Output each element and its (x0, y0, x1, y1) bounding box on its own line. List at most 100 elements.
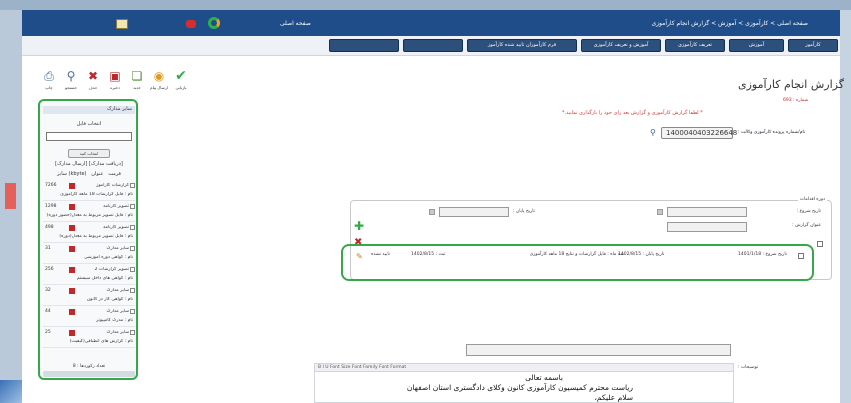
list-item[interactable]: 7266 گزارشات کارآموز نام : فایل گزارشات … (43, 181, 135, 201)
file-description: نام : گواهی کار در کانون (86, 297, 133, 302)
delete-icon: ✖ (87, 69, 99, 83)
send-message-button[interactable]: ◉ ارسال پیام (150, 69, 168, 91)
save-button[interactable]: ▣ ذخیره (106, 69, 124, 91)
menu-tab-2[interactable]: تعریف کارآموزی (665, 39, 725, 52)
editor-line: سلام علیکم، (594, 393, 633, 402)
report-title-field[interactable] (667, 222, 747, 232)
pdf-icon[interactable] (69, 183, 75, 189)
activity-start-date: تاریخ شروع : 1401/1/18 (738, 252, 787, 257)
list-item[interactable]: 498 تصویر کارنامه نام : فایل تصویر مربوط… (43, 223, 135, 243)
pdf-icon[interactable] (69, 330, 75, 336)
delete-button[interactable]: ✖ حذف (84, 69, 102, 91)
save-icon: ▣ (109, 69, 121, 83)
documents-panel-header[interactable]: سایر مدارک (43, 106, 135, 114)
editor-toolbar-text[interactable]: B I U Font Size Font Family Font Format (318, 365, 406, 370)
pdf-icon[interactable] (69, 225, 75, 231)
calendar-icon[interactable] (657, 209, 663, 215)
row-checkbox[interactable] (130, 225, 135, 230)
file-name: گزارشات کارآموز (96, 183, 129, 188)
desktop-top-bar (0, 0, 851, 10)
pdf-icon[interactable] (69, 309, 75, 315)
file-size: 498 (45, 225, 54, 230)
home-link[interactable]: صفحه اصلی (280, 20, 311, 27)
editor-line: ریاست محترم کمیسیون کارآموزی کانون وکلای… (406, 383, 633, 392)
case-number-label: نام/شماره پرونده کارآموزی وکالت : (738, 130, 806, 135)
add-icon[interactable]: ✚ (354, 219, 364, 233)
row-checkbox[interactable] (130, 309, 135, 314)
select-all-checkbox[interactable] (817, 241, 823, 247)
row-checkbox[interactable] (130, 204, 135, 209)
menu-tab-0[interactable]: کارآموز (788, 39, 838, 52)
list-item[interactable]: 32 سایر مدارک نام : گواهی کار در کانون (43, 286, 135, 306)
file-name: تصویر کارنامه (103, 204, 129, 209)
description-editor[interactable]: باسمه تعالی ریاست محترم کمیسیون کارآموزی… (314, 372, 734, 403)
printer-icon[interactable] (116, 19, 128, 29)
list-header[interactable]: [ارسال مدارک] [دریافت مدارک] (43, 161, 135, 167)
list-item[interactable]: 1298 تصویر کارنامه نام : فایل تصویر مربو… (43, 202, 135, 222)
row-checkbox[interactable] (130, 267, 135, 272)
file-description: نام : فایل تصویر مربوط به معدل(دوره) (59, 234, 133, 239)
activity-description: سه ماه : فایل گزارشات و نتایج 18 ماهه کا… (529, 252, 624, 257)
taskbar-logo-icon (0, 380, 22, 403)
side-feedback-tab[interactable] (5, 183, 16, 209)
row-checkbox[interactable] (130, 183, 135, 188)
long-text-field[interactable] (466, 344, 731, 356)
file-name: سایر مدارک (106, 246, 129, 251)
check-icon: ✔ (175, 68, 187, 84)
end-date-field[interactable] (439, 207, 509, 217)
documents-panel: سایر مدارک انتخاب فایل انتخاب کنید [ارسا… (38, 99, 138, 380)
upload-notice: * لطفا گزارش کارآموزی و گزارش بعد رای خو… (562, 110, 703, 116)
choose-file-button[interactable]: انتخاب کنید (68, 149, 110, 158)
case-number-field[interactable]: 1400040403226648 (661, 127, 737, 139)
search-icon[interactable]: ⚲ (650, 128, 660, 138)
new-document-icon: ❏ (131, 69, 143, 83)
row-checkbox[interactable] (130, 246, 135, 251)
end-date-label: تاریخ پایان : (513, 209, 535, 214)
description-label: توضیحات : (738, 365, 759, 370)
file-description: نام : فایل گزارشات 18 ماهه کارآموزی (60, 192, 133, 197)
pdf-icon[interactable] (69, 288, 75, 294)
list-item[interactable]: 25 سایر مدارک نام : گزارش های انطباقی(کی… (43, 328, 135, 348)
file-size: 25 (45, 330, 51, 335)
list-item[interactable]: 31 سایر مدارک نام : گواهی دوره آموزشی (43, 244, 135, 264)
record-count: تعداد رکوردها : 8 (72, 364, 106, 369)
menu-tab-5[interactable] (403, 39, 463, 52)
edit-icon[interactable]: ✎ (356, 252, 363, 261)
notification-badge[interactable] (186, 20, 196, 28)
pdf-icon[interactable] (69, 246, 75, 252)
menu-tab-1[interactable]: آموزش (729, 39, 784, 52)
start-date-field[interactable] (667, 207, 747, 217)
choose-file-label: انتخاب فایل (76, 121, 102, 127)
activity-reg-date: ثبت : 1402/8/15 (411, 252, 446, 257)
list-item[interactable]: 44 سایر مدارک نام : مدرک کامپیوتر (43, 307, 135, 327)
file-name: تصویر کارنامه (103, 225, 129, 230)
calendar-icon[interactable] (429, 209, 435, 215)
list-columns: سایز (kbyte) فرمت عنوان (57, 171, 121, 177)
restore-button[interactable]: ✔ بازیابی (172, 68, 190, 90)
file-input[interactable] (46, 132, 132, 141)
menu-tab-4[interactable]: فرم کارآموزان تایید شده کارآموز (467, 39, 577, 52)
search-button[interactable]: ⚲ جستجو (62, 70, 80, 91)
file-description: نام : گزارش های انطباقی(کیفیت) (69, 339, 133, 344)
file-size: 256 (45, 267, 54, 272)
print-button[interactable]: ⎙ چاپ (40, 70, 58, 91)
activity-end-date: تاریخ پایان : 1402/8/15 (618, 252, 665, 257)
file-size: 7266 (45, 183, 57, 188)
pdf-icon[interactable] (69, 267, 75, 273)
menu-bar: کارآموز آموزش تعریف کارآموزی آموزش و تعر… (22, 36, 840, 56)
menu-tab-6[interactable] (329, 39, 399, 52)
pdf-icon[interactable] (69, 204, 75, 210)
file-size: 32 (45, 288, 51, 293)
page-subtitle: شماره : 693 (783, 98, 809, 103)
row-checkbox[interactable] (130, 330, 135, 335)
horizontal-scrollbar[interactable] (43, 371, 135, 377)
editor-toolbar[interactable]: B I U Font Size Font Family Font Format (314, 363, 734, 372)
page-title: گزارش انجام کارآموزی (738, 78, 844, 91)
chat-icon: ◉ (153, 69, 165, 83)
row-checkbox[interactable] (130, 288, 135, 293)
file-name: سایر مدارک (106, 288, 129, 293)
new-button[interactable]: ❏ جدید (128, 69, 146, 91)
list-item[interactable]: 256 تصویر گزارشات 2 نام : گواهی های داخل… (43, 265, 135, 285)
menu-tab-3[interactable]: آموزش و تعریف کارآموزی (581, 39, 661, 52)
row-checkbox[interactable] (798, 253, 804, 259)
